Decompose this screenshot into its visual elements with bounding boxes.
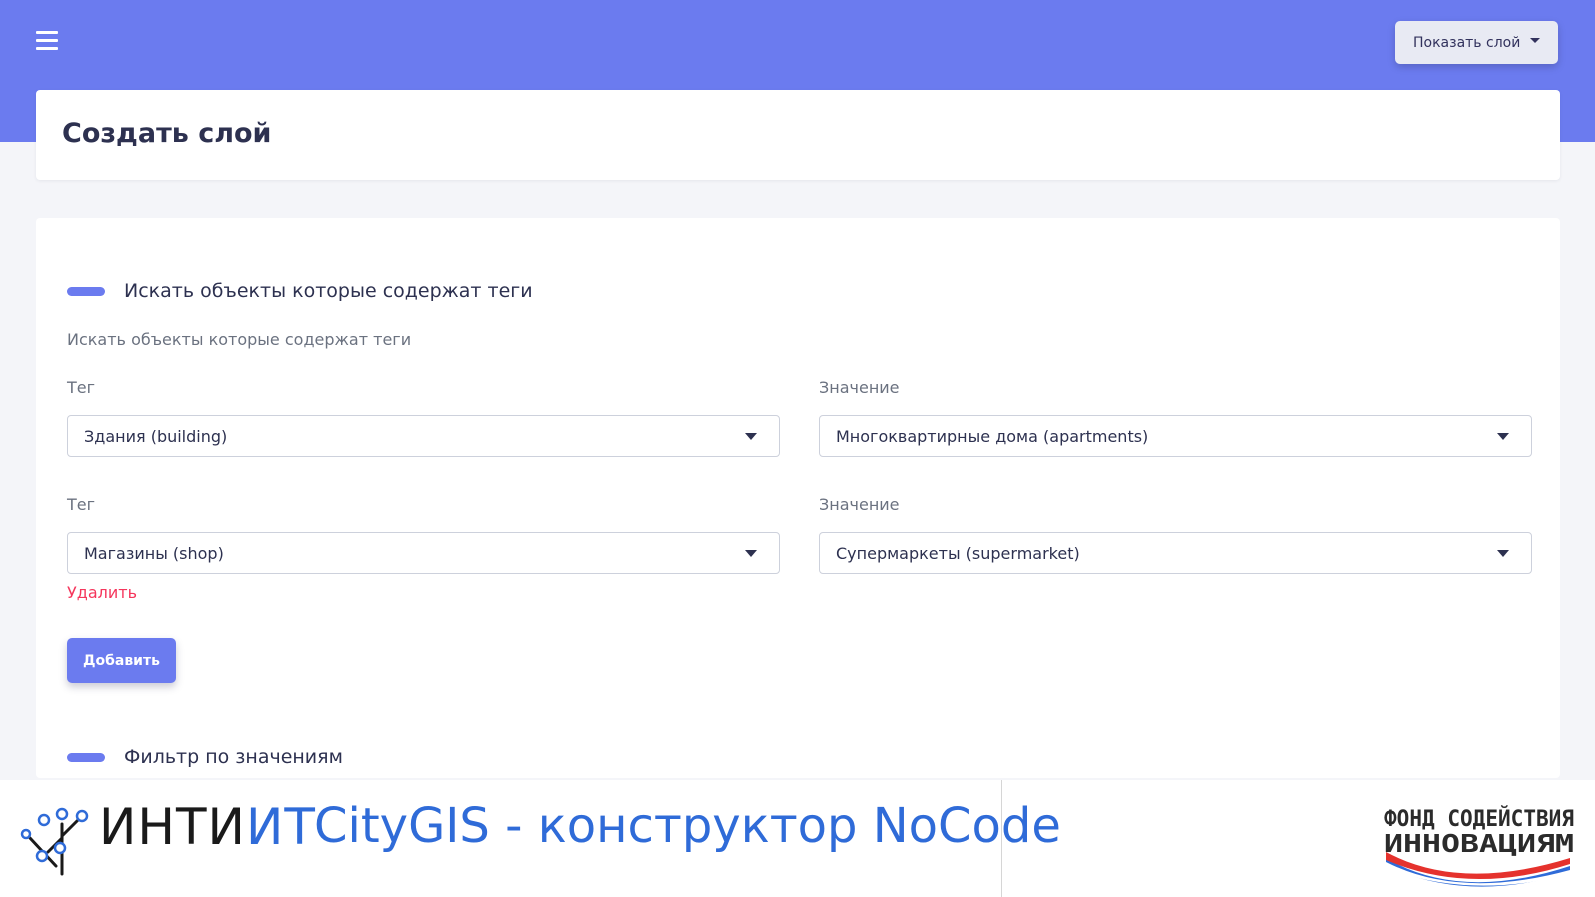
tag-label-2: Тег (67, 495, 96, 514)
value-select-2[interactable]: Супермаркеты (supermarket) (819, 532, 1532, 574)
tag-select-2[interactable]: Магазины (shop) (67, 532, 780, 574)
brand-part-1: ИНТИ (99, 798, 246, 856)
footer-divider (1001, 780, 1002, 897)
tag-select-2-value: Магазины (shop) (84, 543, 224, 563)
tags-section-description: Искать объекты которые содержат теги (67, 330, 412, 349)
branding-footer: ИНТИИТ CityGIS - конструктор NoCode ФОНД… (0, 780, 1595, 897)
fund-line-2: ИННОВАЦИЯМ (1384, 829, 1574, 858)
dropdown-arrow-icon (745, 433, 757, 440)
value-select-2-value: Супермаркеты (supermarket) (836, 543, 1080, 563)
tags-section-toggle[interactable] (67, 286, 105, 296)
show-layer-label: Показать слой (1413, 34, 1521, 51)
page-title-card: Создать слой (36, 90, 1560, 180)
tag-select-1-value: Здания (building) (84, 426, 228, 446)
dropdown-arrow-icon (1497, 433, 1509, 440)
tags-section-header: Искать объекты которые содержат теги (67, 280, 533, 302)
filter-section-header: Фильтр по значениям (67, 746, 343, 768)
show-layer-dropdown-button[interactable]: Показать слой (1395, 21, 1558, 64)
intiit-tree-logo (20, 807, 89, 876)
tag-label-1: Тег (67, 378, 96, 397)
delete-tag-row-link[interactable]: Удалить (67, 583, 137, 602)
value-label-2: Значение (819, 495, 900, 514)
brand-part-2: ИТ (245, 798, 316, 856)
tags-section-title: Искать объекты которые содержат теги (124, 280, 533, 302)
value-select-1[interactable]: Многоквартирные дома (apartments) (819, 415, 1532, 457)
dropdown-arrow-icon (1497, 550, 1509, 557)
hamburger-menu-icon[interactable] (36, 31, 58, 51)
filter-section-title: Фильтр по значениям (124, 746, 343, 768)
add-tag-button[interactable]: Добавить (67, 638, 176, 683)
innovation-fund-logo: ФОНД СОДЕЙСТВИЯ ИННОВАЦИЯМ (1384, 806, 1574, 887)
value-select-1-value: Многоквартирные дома (apartments) (836, 426, 1149, 446)
page-title: Создать слой (62, 118, 272, 149)
product-title: CityGIS - конструктор NoCode (314, 798, 1061, 854)
dropdown-arrow-icon (745, 550, 757, 557)
intiit-brand: ИНТИИТ (99, 800, 316, 855)
value-label-1: Значение (819, 378, 900, 397)
layer-form-card: Искать объекты которые содержат теги Иск… (36, 218, 1560, 778)
tag-select-1[interactable]: Здания (building) (67, 415, 780, 457)
filter-section-toggle[interactable] (67, 752, 105, 762)
caret-down-icon (1530, 38, 1541, 43)
